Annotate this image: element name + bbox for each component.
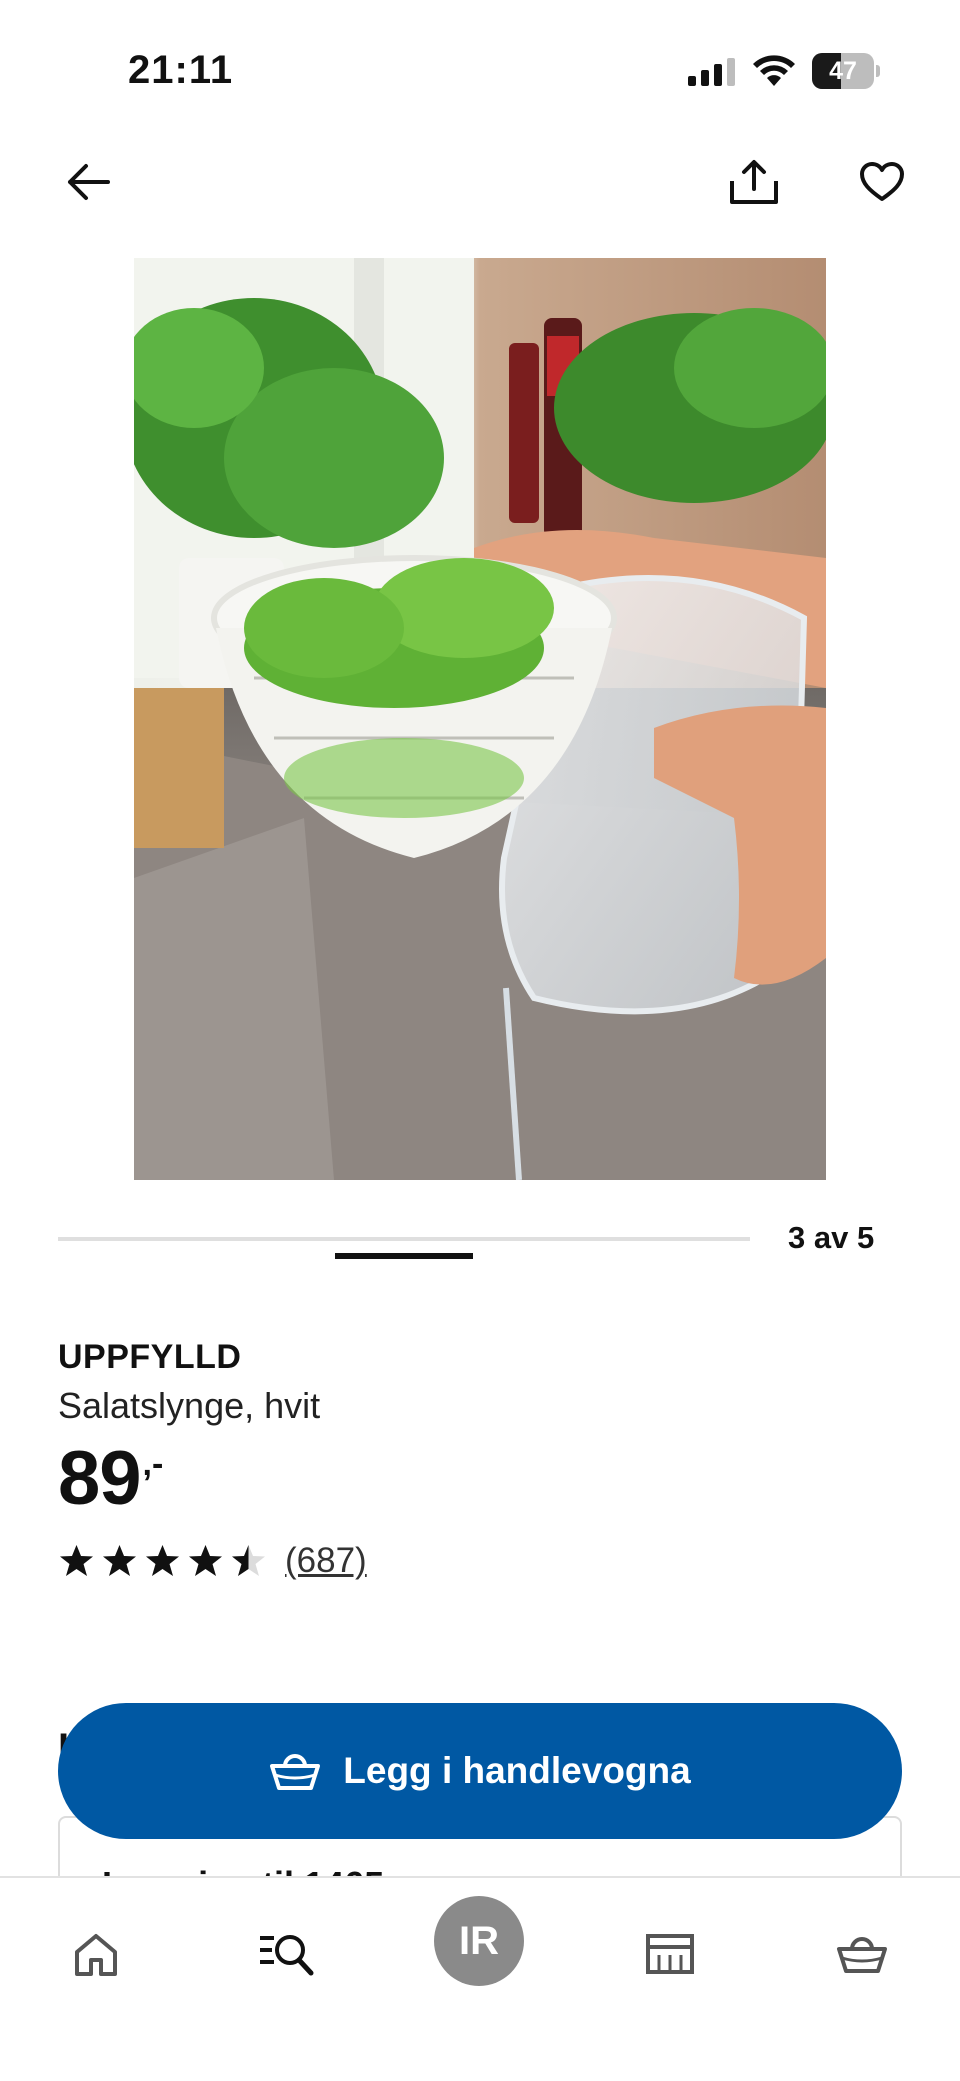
status-bar: 21:11 47 — [0, 0, 960, 140]
carousel-track — [58, 1237, 750, 1259]
battery-icon: 47 — [812, 53, 880, 89]
star-icon — [232, 1544, 265, 1576]
favorite-button[interactable] — [850, 150, 914, 214]
add-to-cart-button[interactable]: Legg i handlevogna — [58, 1703, 902, 1839]
nav-store[interactable] — [626, 1910, 714, 1998]
star-icon — [189, 1544, 222, 1576]
star-icon — [60, 1544, 93, 1576]
back-button[interactable] — [56, 150, 120, 214]
heart-icon — [860, 162, 904, 201]
nav-cart[interactable] — [818, 1910, 906, 1998]
image-carousel-indicator: 3 av 5 — [58, 1220, 942, 1260]
share-button[interactable] — [722, 150, 786, 214]
bottom-nav: IR — [0, 1876, 960, 2081]
search-list-icon — [260, 1935, 314, 1976]
store-icon — [646, 1934, 694, 1974]
share-icon — [730, 160, 778, 204]
battery-level: 47 — [829, 57, 857, 85]
review-count-link[interactable]: (687) — [285, 1541, 367, 1581]
price-suffix: ,- — [142, 1445, 164, 1483]
top-nav — [0, 150, 960, 216]
basket-icon — [270, 1754, 321, 1790]
product-info: UPPFYLLD Salatslynge, hvit 89 ,- (687) — [58, 1338, 898, 1581]
carousel-counter: 3 av 5 — [788, 1220, 875, 1255]
nav-search[interactable] — [242, 1910, 330, 1998]
status-time: 21:11 — [128, 48, 234, 92]
product-rating[interactable]: (687) — [58, 1541, 898, 1581]
star-icon — [103, 1544, 136, 1576]
product-description: Salatslynge, hvit — [58, 1385, 321, 1426]
price-whole: 89 — [58, 1436, 142, 1521]
cellular-signal-icon — [688, 58, 735, 86]
product-image[interactable] — [134, 258, 826, 1180]
nav-home[interactable] — [52, 1910, 140, 1998]
nav-profile-avatar[interactable]: IR — [434, 1896, 524, 1986]
add-to-cart-label: Legg i handlevogna — [343, 1750, 691, 1791]
basket-icon — [837, 1937, 887, 1973]
product-price: 89 ,- — [58, 1441, 898, 1517]
carousel-thumb — [334, 1253, 474, 1259]
wifi-icon — [753, 55, 795, 86]
arrow-left-icon — [68, 164, 110, 200]
home-icon — [75, 1934, 117, 1976]
star-icon — [146, 1544, 179, 1576]
rating-stars — [58, 1543, 267, 1580]
product-name: UPPFYLLD — [58, 1338, 242, 1376]
